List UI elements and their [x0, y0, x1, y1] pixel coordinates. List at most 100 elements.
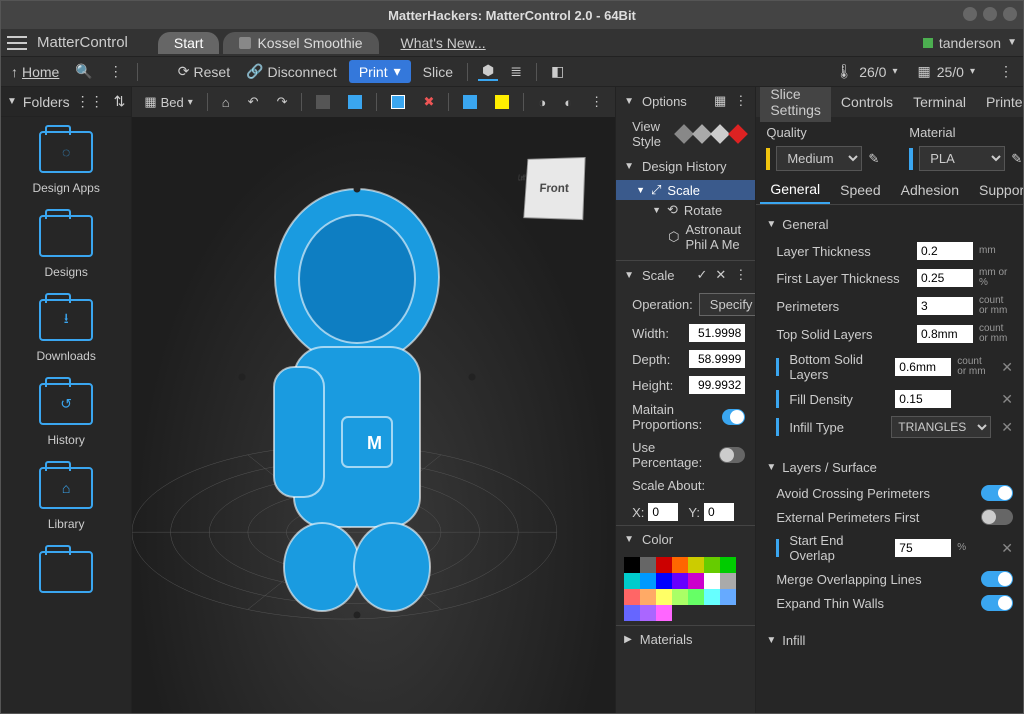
viewstyle-icon[interactable] [728, 124, 748, 144]
tool-icon[interactable]: ◑ [532, 93, 552, 112]
color-swatch[interactable] [720, 557, 736, 573]
sidebar-item-history[interactable]: ↺History [1, 369, 131, 453]
sidebar-item-downloads[interactable]: ⭳Downloads [1, 285, 131, 369]
color-swatch[interactable] [704, 557, 720, 573]
tab-terminal[interactable]: Terminal [903, 90, 976, 114]
fill-density-input[interactable] [895, 390, 951, 408]
disconnect-button[interactable]: 🔗Disconnect [242, 63, 341, 80]
undo-icon[interactable]: ↶ [242, 92, 265, 112]
color-swatch[interactable] [672, 573, 688, 589]
folders-header[interactable]: ▼ Folders ⋮⋮ ⇅ [1, 87, 131, 117]
tab-printer[interactable]: Printer✕ [976, 90, 1023, 114]
depth-input[interactable] [689, 350, 745, 368]
color-swatch[interactable] [640, 589, 656, 605]
width-input[interactable] [689, 324, 745, 342]
color-swatch[interactable] [624, 557, 640, 573]
color-swatch[interactable] [672, 557, 688, 573]
subtab-speed[interactable]: Speed [830, 177, 890, 203]
maximize-icon[interactable] [983, 7, 997, 21]
close-icon[interactable]: ✕ [715, 267, 726, 283]
bottom-solid-input[interactable] [895, 358, 951, 376]
color-swatch[interactable] [704, 589, 720, 605]
maintain-toggle[interactable] [722, 409, 745, 425]
color-swatch[interactable] [656, 589, 672, 605]
infill-type-select[interactable]: TRIANGLES [891, 416, 991, 438]
delete-icon[interactable]: ✖ [417, 92, 440, 112]
tool-icon[interactable] [457, 93, 483, 111]
hamburger-icon[interactable] [7, 36, 27, 50]
operation-select[interactable]: Specify [699, 293, 756, 316]
panel-toggle-icon[interactable]: ◧ [547, 63, 568, 80]
color-swatch[interactable] [720, 589, 736, 605]
merge-toggle[interactable] [981, 571, 1013, 587]
color-swatch[interactable] [640, 573, 656, 589]
color-swatch[interactable] [672, 589, 688, 605]
sidebar-item-design-apps[interactable]: ◌Design Apps [1, 117, 131, 201]
sidebar-item-designs[interactable]: Designs [1, 201, 131, 285]
color-swatch[interactable] [624, 573, 640, 589]
kebab-icon[interactable]: ⋮ [734, 267, 747, 283]
section-general[interactable]: ▼General [766, 211, 1013, 238]
top-solid-input[interactable] [917, 325, 973, 343]
reset-icon[interactable]: ✕ [1001, 359, 1013, 376]
view-layers-icon[interactable]: ≣ [506, 63, 526, 80]
sidebar-item-more[interactable] [1, 537, 131, 607]
color-swatch[interactable] [656, 557, 672, 573]
reset-icon[interactable]: ✕ [1001, 419, 1013, 436]
sidebar-item-library[interactable]: ⌂Library [1, 453, 131, 537]
first-layer-input[interactable] [917, 269, 973, 287]
grid-icon[interactable]: ⋮⋮ [76, 93, 104, 110]
tool-icon[interactable] [385, 93, 411, 111]
tree-model[interactable]: ⬡Astronaut Phil A Me [616, 220, 755, 254]
options-header[interactable]: ▼Options▦⋮ [616, 87, 755, 115]
redo-icon[interactable]: ↷ [271, 92, 294, 112]
close-icon[interactable] [1003, 7, 1017, 21]
bed-temp[interactable]: ▦25/0▾ [917, 63, 975, 80]
kebab-icon[interactable]: ⋮ [734, 93, 747, 109]
view-3d-icon[interactable]: ⬢ [478, 62, 498, 81]
color-swatch[interactable] [624, 589, 640, 605]
materials-header[interactable]: ▶Materials [616, 625, 755, 653]
external-first-toggle[interactable] [981, 509, 1013, 525]
color-swatch[interactable] [720, 573, 736, 589]
tab-controls[interactable]: Controls [831, 90, 903, 114]
bed-dropdown[interactable]: ▦Bed▾ [138, 92, 198, 112]
expand-toggle[interactable] [981, 595, 1013, 611]
tool-icon[interactable]: ◐ [558, 93, 578, 112]
sort-icon[interactable]: ⇅ [114, 93, 126, 110]
tool-icon[interactable] [342, 93, 368, 111]
subtab-adhesion[interactable]: Adhesion [891, 177, 969, 203]
height-input[interactable] [689, 376, 745, 394]
section-infill[interactable]: ▼Infill [766, 627, 1013, 654]
check-icon[interactable]: ✓ [697, 267, 708, 283]
pencil-icon[interactable]: ✎ [1011, 151, 1022, 167]
search-icon[interactable]: 🔍 [71, 63, 96, 80]
avoid-crossing-toggle[interactable] [981, 485, 1013, 501]
subtab-general[interactable]: General [760, 176, 830, 204]
color-swatch[interactable] [656, 573, 672, 589]
reset-icon[interactable]: ✕ [1001, 391, 1013, 408]
color-swatch[interactable] [688, 589, 704, 605]
view-cube[interactable]: LeftFront [523, 157, 585, 220]
print-button[interactable]: Print▾ [349, 60, 411, 83]
scale-section-header[interactable]: ▼Scale✓✕⋮ [616, 260, 755, 289]
slice-button[interactable]: Slice [419, 64, 457, 80]
tree-scale[interactable]: ▼⤢Scale [616, 180, 755, 200]
subtab-support[interactable]: Support [969, 177, 1023, 203]
color-swatch[interactable] [704, 573, 720, 589]
tool-icon[interactable] [310, 93, 336, 111]
color-swatch[interactable] [688, 557, 704, 573]
minimize-icon[interactable] [963, 7, 977, 21]
reset-button[interactable]: ⟳Reset [174, 63, 234, 80]
pencil-icon[interactable]: ✎ [868, 151, 879, 167]
layer-thickness-input[interactable] [917, 242, 973, 260]
scale-x-input[interactable] [648, 503, 678, 521]
whats-new-link[interactable]: What's New... [401, 35, 486, 51]
grid-icon[interactable]: ▦ [714, 93, 726, 109]
color-swatch[interactable] [688, 573, 704, 589]
kebab-icon[interactable]: ⋮ [584, 92, 609, 112]
extruder-temp[interactable]: 🌡26/0▾ [835, 63, 897, 80]
model-astronaut[interactable]: M [222, 177, 492, 627]
color-header[interactable]: ▼Color [616, 525, 755, 553]
color-swatch[interactable] [640, 605, 656, 621]
